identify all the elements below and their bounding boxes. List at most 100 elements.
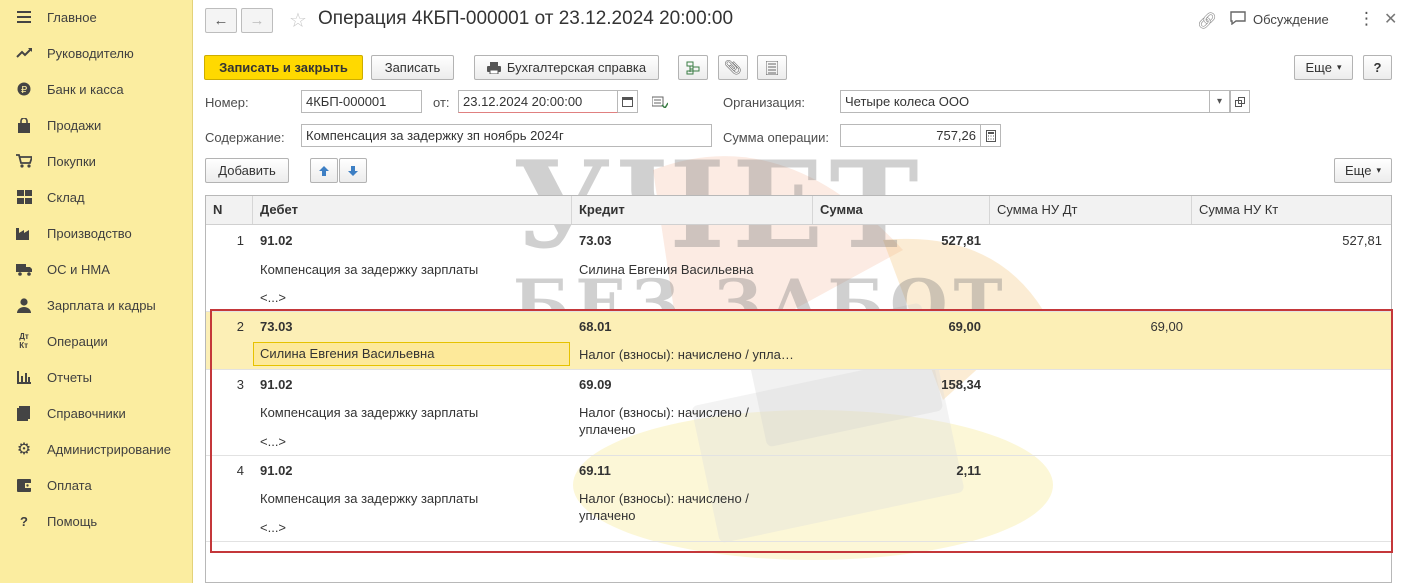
credit-account[interactable]: 68.01	[579, 319, 612, 334]
sidebar-item-purchases[interactable]: Покупки	[0, 144, 192, 178]
debit-account[interactable]: 91.02	[260, 233, 293, 248]
debit-subconto-2[interactable]: <...>	[260, 290, 286, 305]
close-icon[interactable]: ✕	[1384, 9, 1397, 29]
sidebar-item-warehouse[interactable]: Склад	[0, 180, 192, 214]
nu-dt-value[interactable]: 69,00	[990, 319, 1183, 334]
column-header-debit[interactable]: Дебет	[253, 196, 572, 224]
trend-icon	[16, 45, 32, 61]
list-button[interactable]	[757, 55, 787, 80]
date-field[interactable]: 23.12.2024 20:00:00	[458, 90, 618, 113]
column-header-credit[interactable]: Кредит	[572, 196, 813, 224]
sidebar-item-directories[interactable]: Справочники	[0, 396, 192, 430]
sidebar-item-main[interactable]: Главное	[0, 0, 192, 34]
column-header-nu-dt[interactable]: Сумма НУ Дт	[990, 196, 1192, 224]
sidebar-item-bank[interactable]: ₽ Банк и касса	[0, 72, 192, 106]
add-row-button[interactable]: Добавить	[205, 158, 289, 183]
main-area: УЧЕТ БЕЗ ЗАБОТ ← → ☆ Операция 4КБП-00000…	[193, 0, 1411, 583]
credit-account[interactable]: 69.09	[579, 377, 612, 392]
operation-sum-field[interactable]: 757,26	[840, 124, 981, 147]
debit-subconto-editing[interactable]: Силина Евгения Васильевна	[253, 342, 570, 366]
table-more-button[interactable]: Еще ▾	[1334, 158, 1392, 183]
sum-value[interactable]: 158,34	[813, 377, 981, 392]
move-down-button[interactable]	[339, 158, 367, 183]
sum-value[interactable]: 69,00	[813, 319, 981, 334]
number-field[interactable]: 4КБП-000001	[301, 90, 422, 113]
structure-button[interactable]	[678, 55, 708, 80]
save-button[interactable]: Записать	[371, 55, 454, 80]
sidebar-item-sales[interactable]: Продажи	[0, 108, 192, 142]
credit-subconto-1[interactable]: Налог (взносы): начислено /	[579, 405, 749, 420]
forward-button[interactable]: →	[241, 8, 273, 33]
nu-kt-value[interactable]: 527,81	[1192, 233, 1382, 248]
credit-subconto-1[interactable]: Силина Евгения Васильевна	[579, 262, 753, 277]
calculator-button[interactable]	[981, 124, 1001, 147]
arrow-up-icon	[319, 165, 329, 176]
save-close-button[interactable]: Записать и закрыть	[204, 55, 363, 80]
credit-subconto-1-cont[interactable]: уплачено	[579, 422, 635, 437]
discussion-link[interactable]: Обсуждение	[1253, 12, 1329, 27]
sidebar-item-admin[interactable]: ⚙ Администрирование	[0, 432, 192, 466]
chat-icon[interactable]	[1230, 11, 1246, 28]
credit-subconto-1[interactable]: Налог (взносы): начислено / упла…	[579, 347, 794, 362]
printer-icon	[486, 61, 501, 74]
column-header-n[interactable]: N	[206, 196, 253, 224]
sidebar-item-label: Помощь	[47, 513, 98, 529]
sidebar-item-payment[interactable]: Оплата	[0, 468, 192, 502]
svg-text:₽: ₽	[21, 85, 28, 96]
sidebar-item-assets[interactable]: ОС и НМА	[0, 252, 192, 286]
sum-value[interactable]: 2,11	[813, 463, 981, 478]
content-field[interactable]: Компенсация за задержку зп ноябрь 2024г	[301, 124, 712, 147]
organization-field[interactable]: Четыре колеса ООО	[840, 90, 1210, 113]
more-button[interactable]: Еще ▾	[1294, 55, 1353, 80]
debit-subconto-2[interactable]: <...>	[260, 520, 286, 535]
debit-subconto-2[interactable]: <...>	[260, 434, 286, 449]
organization-open-button[interactable]	[1230, 90, 1250, 113]
link-icon[interactable]: 🔗︎	[1197, 11, 1217, 31]
debit-account[interactable]: 91.02	[260, 377, 293, 392]
attach-button[interactable]: 📎︎	[718, 55, 748, 80]
credit-subconto-1-cont[interactable]: уплачено	[579, 508, 635, 523]
table-row[interactable]: 1 91.02 Компенсация за задержку зарплаты…	[206, 225, 1391, 312]
help-icon: ?	[20, 513, 28, 529]
sum-value[interactable]: 527,81	[813, 233, 981, 248]
credit-account[interactable]: 73.03	[579, 233, 612, 248]
cart-icon	[16, 153, 32, 169]
table-row[interactable]: 4 91.02 Компенсация за задержку зарплаты…	[206, 456, 1391, 542]
sidebar-item-operations[interactable]: Дт Кт Операции	[0, 324, 192, 358]
date-label: от:	[433, 95, 450, 110]
help-button[interactable]: ?	[1363, 55, 1392, 80]
calendar-button[interactable]	[618, 90, 638, 113]
row-number: 3	[236, 377, 244, 392]
more-button-label: Еще	[1305, 60, 1332, 75]
debit-account[interactable]: 73.03	[260, 319, 293, 334]
sidebar-item-help[interactable]: ? Помощь	[0, 504, 192, 538]
credit-subconto-1[interactable]: Налог (взносы): начислено /	[579, 491, 749, 506]
caret-down-icon: ▾	[1336, 62, 1342, 72]
document-status-icon[interactable]	[651, 96, 669, 111]
debit-account[interactable]: 91.02	[260, 463, 293, 478]
sidebar-item-label: Зарплата и кадры	[47, 297, 156, 313]
move-up-button[interactable]	[310, 158, 338, 183]
calendar-icon	[622, 97, 633, 107]
sidebar-item-manager[interactable]: Руководителю	[0, 36, 192, 70]
more-vert-icon[interactable]: ⋮	[1358, 9, 1375, 29]
sidebar-item-label: Операции	[47, 333, 108, 349]
table-row[interactable]: 3 91.02 Компенсация за задержку зарплаты…	[206, 370, 1391, 456]
column-header-sum[interactable]: Сумма	[813, 196, 990, 224]
favorite-star-icon[interactable]: ☆	[289, 8, 307, 33]
credit-account[interactable]: 69.11	[579, 463, 611, 478]
debit-subconto-1[interactable]: Компенсация за задержку зарплаты	[260, 405, 478, 420]
organization-dropdown-button[interactable]: ▾	[1210, 90, 1230, 113]
sidebar-item-reports[interactable]: Отчеты	[0, 360, 192, 394]
sidebar-item-production[interactable]: Производство	[0, 216, 192, 250]
page-title: Операция 4КБП-000001 от 23.12.2024 20:00…	[318, 8, 734, 29]
debit-subconto-1[interactable]: Компенсация за задержку зарплаты	[260, 491, 478, 506]
sidebar-item-salary[interactable]: Зарплата и кадры	[0, 288, 192, 322]
number-label: Номер:	[205, 95, 249, 110]
back-button[interactable]: ←	[205, 8, 237, 33]
debit-subconto-1[interactable]: Компенсация за задержку зарплаты	[260, 262, 478, 277]
table-row-selected[interactable]: 2 73.03 Силина Евгения Васильевна 68.01 …	[206, 312, 1391, 370]
report-button[interactable]: Бухгалтерская справка	[474, 55, 659, 80]
column-header-nu-kt[interactable]: Сумма НУ Кт	[1192, 196, 1391, 224]
table-header: N Дебет Кредит Сумма Сумма НУ Дт Сумма Н…	[206, 196, 1391, 225]
